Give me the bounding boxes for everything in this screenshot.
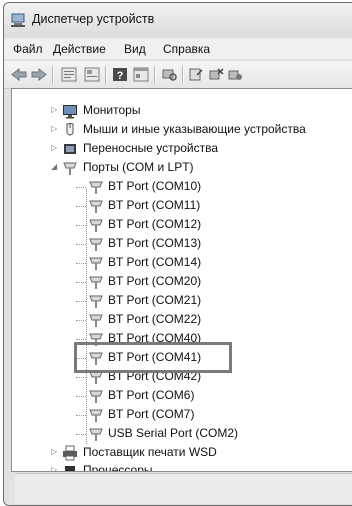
title-bar[interactable]: Диспетчер устройств <box>4 3 352 37</box>
port-connector-icon <box>89 257 103 270</box>
menu-view[interactable]: Вид <box>124 42 146 56</box>
disable-icon[interactable] <box>227 67 243 82</box>
collapse-icon[interactable]: ◢ <box>51 163 59 171</box>
toolbar-separator <box>182 66 184 84</box>
expand-icon[interactable]: ▷ <box>51 448 59 456</box>
tree-guide-line <box>76 396 86 397</box>
tree-guide-line <box>76 244 86 245</box>
monitor-icon <box>63 105 77 119</box>
highlight-frame <box>74 342 232 373</box>
tree-item-label: Процессоры <box>83 463 153 472</box>
device-tree: ▷ Мониторы ▷ Мыши и иные указывающие уст… <box>11 88 352 472</box>
tree-item-port[interactable]: BT Port (COM7) <box>12 406 352 424</box>
window-title: Диспетчер устройств <box>32 12 155 26</box>
tree-item-label: BT Port (COM22) <box>108 312 202 326</box>
toolbar-separator <box>154 66 156 84</box>
device-manager-app-icon <box>11 13 25 27</box>
back-icon[interactable] <box>11 67 27 82</box>
forward-icon[interactable] <box>31 67 47 82</box>
tree-item-port[interactable]: BT Port (COM22) <box>12 311 352 329</box>
tree-item-label: USB Serial Port (COM2) <box>108 426 239 440</box>
port-connector-icon <box>89 428 103 441</box>
menu-bar: Файл Действие Вид Справка <box>4 39 352 59</box>
tree-item-port[interactable]: BT Port (COM6) <box>12 387 352 405</box>
tree-item-port[interactable]: BT Port (COM20) <box>12 273 352 291</box>
scan-icon[interactable] <box>161 67 177 82</box>
tree-item-label: BT Port (COM21) <box>108 293 202 307</box>
tree-guide-line <box>76 434 86 435</box>
tree-guide-line <box>76 263 86 264</box>
mouse-icon <box>66 123 74 136</box>
tree-item-label: Поставщик печати WSD <box>83 445 217 459</box>
tree-item-label: BT Port (COM10) <box>108 179 202 193</box>
port-connector-icon <box>89 314 103 327</box>
tree-item-label: Мыши и иные указывающие устройства <box>83 122 306 136</box>
printer-icon <box>63 445 77 461</box>
tree-guide-line <box>76 377 86 378</box>
port-connector-icon <box>89 276 103 289</box>
tree-item-label: Переносные устройства <box>83 141 219 155</box>
tree-guide-line <box>76 206 86 207</box>
tree-item-label: Мониторы <box>83 103 141 117</box>
toolbar-separator <box>52 66 54 84</box>
tree-item-port[interactable]: BT Port (COM21) <box>12 292 352 310</box>
tree-item-label: BT Port (COM13) <box>108 236 202 250</box>
uninstall-icon[interactable] <box>208 67 224 82</box>
tree-item-port[interactable]: BT Port (COM11) <box>12 197 352 215</box>
tree-guide-line <box>76 415 86 416</box>
tree-guide-line <box>76 320 86 321</box>
tree-item-port[interactable]: BT Port (COM12) <box>12 216 352 234</box>
tree-item-print-providers[interactable]: ▷ Поставщик печати WSD <box>12 444 352 462</box>
port-connector-icon <box>89 200 103 213</box>
menu-action[interactable]: Действие <box>53 42 106 56</box>
menu-file[interactable]: Файл <box>13 42 43 56</box>
tree-guide-line <box>76 282 86 283</box>
menu-help[interactable]: Справка <box>163 42 210 56</box>
tree-item-monitors[interactable]: ▷ Мониторы <box>12 102 352 120</box>
expand-icon[interactable]: ▷ <box>51 144 59 152</box>
tree-item-port[interactable]: USB Serial Port (COM2) <box>12 425 352 443</box>
port-connector-icon <box>89 295 103 308</box>
tree-item-processors[interactable]: ▷ Процессоры <box>12 462 352 472</box>
status-bar <box>15 473 352 504</box>
tree-item-mice[interactable]: ▷ Мыши и иные указывающие устройства <box>12 121 352 139</box>
update-driver-icon[interactable] <box>188 67 204 82</box>
tree-item-label: BT Port (COM20) <box>108 274 202 288</box>
help-icon[interactable]: ? <box>112 67 128 82</box>
tree-item-ports[interactable]: ◢ Порты (COM и LPT) <box>12 159 352 177</box>
tree-item-label: BT Port (COM11) <box>108 198 201 212</box>
tree-item-port[interactable]: BT Port (COM13) <box>12 235 352 253</box>
properties-icon[interactable] <box>61 67 77 82</box>
tree-item-portable-devices[interactable]: ▷ Переносные устройства <box>12 140 352 158</box>
view-icon[interactable] <box>133 67 149 82</box>
port-connector-icon <box>89 390 103 403</box>
tree-item-label: Порты (COM и LPT) <box>83 160 194 174</box>
port-connector-icon <box>89 181 103 194</box>
svg-text:?: ? <box>117 70 124 82</box>
port-connector-icon <box>63 162 77 175</box>
expand-icon[interactable]: ▷ <box>51 125 59 133</box>
tree-guide-line <box>76 225 86 226</box>
tree-guide-line <box>76 301 86 302</box>
tree-item-label: BT Port (COM12) <box>108 217 202 231</box>
port-connector-icon <box>89 219 103 232</box>
port-connector-icon <box>89 238 103 251</box>
port-connector-icon <box>89 409 103 422</box>
tree-item-port[interactable]: BT Port (COM14) <box>12 254 352 272</box>
processor-icon <box>65 466 75 471</box>
tree-item-port[interactable]: BT Port (COM10) <box>12 178 352 196</box>
show-hidden-icon[interactable] <box>84 67 100 82</box>
tree-item-label: BT Port (COM14) <box>108 255 202 269</box>
toolbar-separator <box>105 66 107 84</box>
tree-item-label: BT Port (COM6) <box>108 388 195 402</box>
toolbar: ? <box>4 61 352 89</box>
tree-guide-line <box>76 339 86 340</box>
portable-device-icon <box>64 144 76 154</box>
tree-item-label: BT Port (COM7) <box>108 407 195 421</box>
expand-icon[interactable]: ▷ <box>51 466 59 472</box>
expand-icon[interactable]: ▷ <box>51 106 59 114</box>
tree-guide-line <box>76 187 86 188</box>
